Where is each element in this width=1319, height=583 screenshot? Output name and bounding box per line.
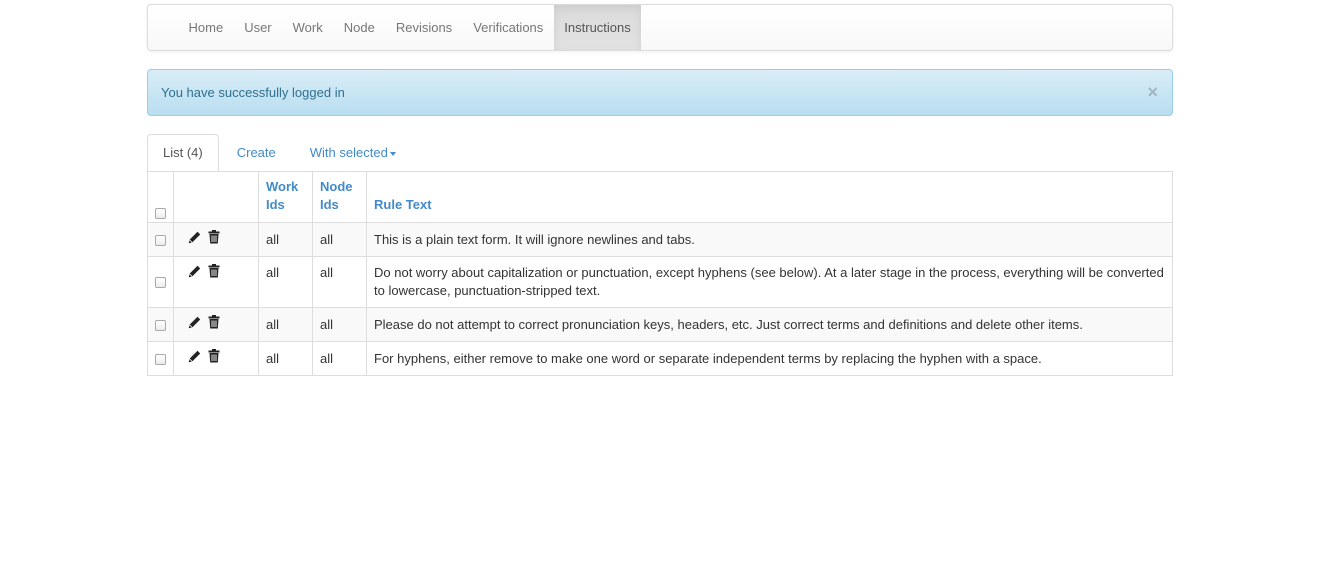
trash-icon[interactable] [208,349,220,368]
nav-node[interactable]: Node [333,5,385,50]
row-select-cell [147,341,174,377]
row-rule-text: Please do not attempt to correct pronunc… [366,307,1173,343]
row-checkbox[interactable] [155,319,166,331]
header-node-ids[interactable]: Node Ids [312,171,367,223]
row-select-cell [147,307,174,343]
caret-down-icon [389,151,396,156]
row-actions-cell [173,221,259,258]
tab-create[interactable]: Create [221,134,292,172]
row-checkbox[interactable] [155,277,166,289]
tab-bar: List (4) Create With selected [147,134,1173,172]
row-rule-text: For hyphens, either remove to make one w… [366,341,1173,377]
row-select-cell [147,221,174,258]
table-row: all all This is a plain text form. It wi… [147,221,1173,258]
trash-icon[interactable] [208,230,220,249]
nav-instructions[interactable]: Instructions [553,5,642,50]
nav-verifications[interactable]: Verifications [463,5,554,50]
header-rule-text[interactable]: Rule Text [366,171,1173,223]
row-rule-text: This is a plain text form. It will ignor… [366,221,1173,258]
row-work-ids: all [258,307,313,343]
row-work-ids: all [258,341,313,377]
row-checkbox[interactable] [155,234,166,246]
row-work-ids: all [258,256,313,309]
header-select-cell [147,171,174,223]
nav-work[interactable]: Work [282,5,333,50]
navbar: Home User Work Node Revisions Verificati… [147,4,1173,51]
header-node-ids-line1: Node [320,179,353,194]
header-work-ids[interactable]: Work Ids [258,171,313,223]
pencil-icon[interactable] [188,316,201,334]
table-row: all all Do not worry about capitalizatio… [147,256,1173,309]
tab-with-selected[interactable]: With selected [294,134,412,172]
close-icon[interactable]: × [1147,70,1158,115]
row-node-ids: all [312,341,367,377]
table-row: all all For hyphens, either remove to ma… [147,341,1173,377]
header-node-ids-line2: Ids [320,197,339,212]
pencil-icon[interactable] [188,350,201,368]
pencil-icon[interactable] [188,231,201,249]
row-checkbox[interactable] [155,353,166,365]
table-row: all all Please do not attempt to correct… [147,307,1173,343]
row-actions-cell [173,341,259,377]
row-actions-cell [173,307,259,343]
with-selected-label: With selected [309,145,388,160]
alert-message: You have successfully logged in [161,85,345,100]
instructions-table-wrapper: Work Ids Node Ids Rule Text all all This… [147,171,1173,377]
tab-list[interactable]: List (4) [147,134,219,172]
row-select-cell [147,256,174,309]
row-actions-cell [173,256,259,309]
nav-revisions[interactable]: Revisions [385,5,462,50]
row-work-ids: all [258,221,313,258]
row-rule-text: Do not worry about capitalization or pun… [366,256,1173,309]
nav-home[interactable]: Home [178,5,234,50]
select-all-checkbox[interactable] [155,208,166,220]
trash-icon[interactable] [208,264,220,283]
success-alert: You have successfully logged in × [147,69,1173,116]
row-node-ids: all [312,307,367,343]
header-work-ids-line1: Work [266,179,299,194]
header-work-ids-line2: Ids [266,197,285,212]
nav-user[interactable]: User [234,5,282,50]
row-node-ids: all [312,221,367,258]
instructions-table: Work Ids Node Ids Rule Text all all This… [147,171,1173,377]
pencil-icon[interactable] [188,265,201,283]
row-node-ids: all [312,256,367,309]
trash-icon[interactable] [208,315,220,334]
header-actions-cell [173,171,259,223]
table-header-row: Work Ids Node Ids Rule Text [147,171,1173,223]
